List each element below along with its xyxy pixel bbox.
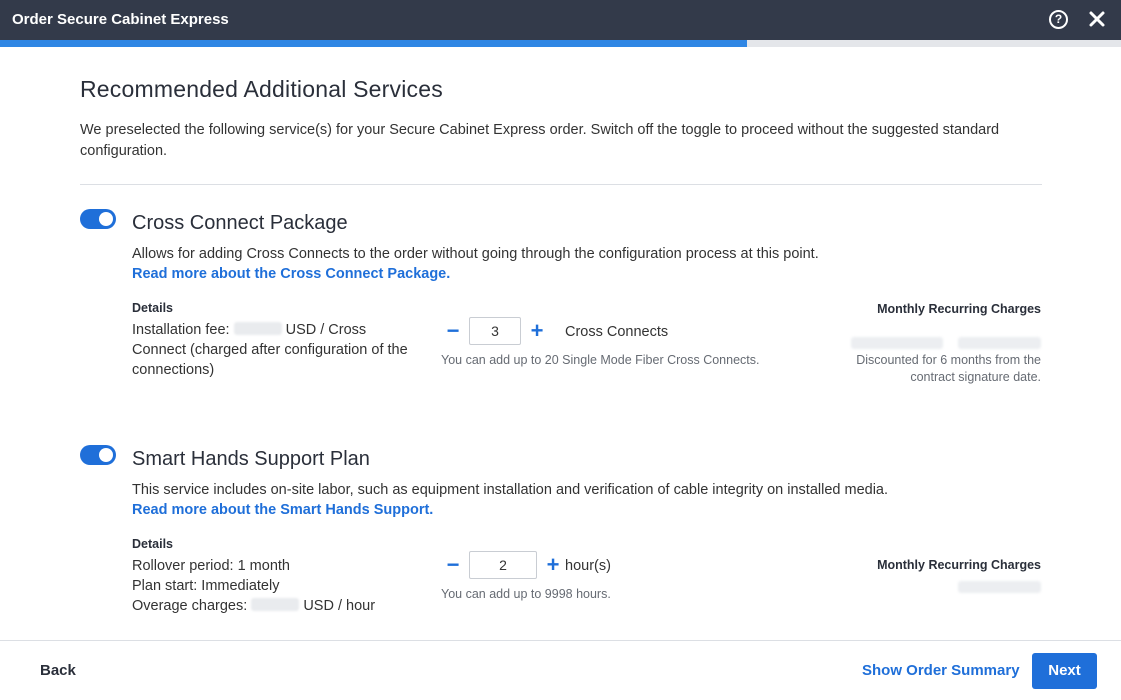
installation-fee-prefix: Installation fee: (132, 322, 230, 338)
cross-connect-installation-fee: Installation fee: USD / Cross Connect (c… (132, 320, 417, 380)
smart-hands-title: Smart Hands Support Plan (132, 448, 370, 470)
cross-connect-toggle[interactable] (80, 209, 116, 229)
cross-connect-read-more-link[interactable]: Read more about the Cross Connect Packag… (132, 266, 450, 282)
wizard-progress-fill (0, 40, 747, 47)
cross-connect-description: Allows for adding Cross Connects to the … (132, 246, 819, 262)
smart-hands-details-label: Details (132, 537, 173, 551)
page-intro: We preselected the following service(s) … (80, 122, 1000, 159)
redacted-price (958, 581, 1041, 593)
dialog-footer: Back Show Order Summary Next (0, 640, 1121, 700)
smart-hands-details: Rollover period: 1 month Plan start: Imm… (132, 556, 432, 616)
smart-hands-description: This service includes on-site labor, suc… (132, 482, 889, 498)
cross-connect-mrc-note: Discounted for 6 months from the contrac… (856, 353, 1041, 384)
redacted-price (851, 337, 943, 349)
wizard-progress-bar (0, 40, 1121, 47)
smart-hands-unit: hour(s) (565, 558, 611, 574)
smart-hands-toggle[interactable] (80, 445, 116, 465)
cross-connect-hint: You can add up to 20 Single Mode Fiber C… (441, 353, 760, 367)
next-button[interactable]: Next (1032, 653, 1097, 689)
overage-suffix: USD / hour (303, 598, 376, 614)
dialog-title: Order Secure Cabinet Express (12, 11, 229, 28)
main-content: Recommended Additional Services We prese… (0, 47, 1121, 640)
show-order-summary-link[interactable]: Show Order Summary (862, 662, 1020, 679)
cross-connect-unit: Cross Connects (565, 324, 669, 340)
smart-hands-hours-input[interactable] (469, 551, 537, 579)
divider (80, 184, 1042, 185)
smart-hands-decrement-button[interactable]: − (443, 553, 463, 577)
overage-charges: Overage charges: USD / hour (132, 596, 432, 616)
cross-connect-title: Cross Connect Package (132, 212, 348, 234)
back-button[interactable]: Back (40, 662, 76, 679)
close-icon[interactable] (1088, 9, 1106, 29)
smart-hands-hint: You can add up to 9998 hours. (441, 587, 611, 601)
page-title: Recommended Additional Services (80, 76, 443, 102)
rollover-period: Rollover period: 1 month (132, 558, 290, 574)
redacted-price (251, 598, 300, 611)
cross-connect-details-label: Details (132, 301, 173, 315)
overage-prefix: Overage charges: (132, 598, 248, 614)
cross-connect-decrement-button[interactable]: − (443, 319, 463, 343)
dialog-titlebar: Order Secure Cabinet Express ? (0, 0, 1121, 40)
cross-connect-increment-button[interactable]: + (527, 319, 547, 343)
cross-connect-quantity-input[interactable] (469, 317, 521, 345)
redacted-price (233, 322, 282, 335)
cross-connect-mrc-label: Monthly Recurring Charges (877, 302, 1041, 316)
redacted-price (958, 337, 1041, 349)
help-icon[interactable]: ? (1049, 10, 1068, 29)
smart-hands-mrc-label: Monthly Recurring Charges (877, 558, 1041, 572)
plan-start: Plan start: Immediately (132, 578, 280, 594)
smart-hands-read-more-link[interactable]: Read more about the Smart Hands Support. (132, 502, 433, 518)
smart-hands-increment-button[interactable]: + (543, 553, 563, 577)
